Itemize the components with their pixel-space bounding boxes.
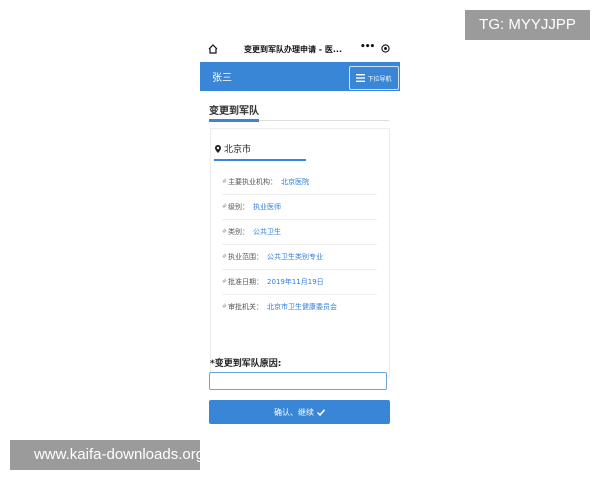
phone-screen: 变更到军队办理申请 - 医... ••• 张三 下拉导航 变更到军队 北京市 #… xyxy=(200,38,400,480)
info-value: 公共卫生 xyxy=(253,227,282,236)
info-label: 执业范围： xyxy=(228,252,264,261)
info-label: 批准日期： xyxy=(228,277,264,286)
hash-icon: # xyxy=(222,278,228,285)
wechat-title-bar: 变更到军队办理申请 - 医... ••• xyxy=(200,38,400,62)
info-value: 北京市卫生健康委员会 xyxy=(267,302,338,311)
app-header: 张三 下拉导航 xyxy=(200,62,400,91)
page-title: 变更到军队 xyxy=(209,106,259,117)
hash-icon: # xyxy=(222,203,228,210)
info-row-authority: # 审批机关： 北京市卫生健康委员会 xyxy=(222,294,377,319)
confirm-continue-button[interactable]: 确认、继续 xyxy=(209,400,390,424)
hash-icon: # xyxy=(222,178,228,185)
check-icon xyxy=(317,408,325,416)
info-row-category: # 类别： 公共卫生 xyxy=(222,219,377,245)
city-heading: 北京市 xyxy=(215,142,251,155)
info-label: 主要执业机构： xyxy=(228,177,278,186)
reason-input[interactable] xyxy=(209,372,387,390)
home-icon[interactable] xyxy=(207,43,219,55)
menu-icon xyxy=(356,74,366,82)
info-row-level: # 级别： 执业医师 xyxy=(222,194,377,220)
more-menu-icon[interactable]: ••• xyxy=(360,42,375,52)
info-label: 级别： xyxy=(228,202,250,211)
user-name: 张三 xyxy=(212,73,232,84)
dropdown-nav-button[interactable]: 下拉导航 xyxy=(349,66,399,90)
reason-label: *变更到军队原因: xyxy=(210,359,282,369)
confirm-button-label: 确认、继续 xyxy=(274,407,314,417)
title-accent-bar xyxy=(209,119,259,122)
watermark-bottom: www.kaifa-downloads.org xyxy=(10,440,228,470)
info-row-institution: # 主要执业机构： 北京医院 xyxy=(222,169,377,195)
location-pin-icon xyxy=(215,144,221,153)
hash-icon: # xyxy=(222,253,228,260)
city-name: 北京市 xyxy=(224,145,252,155)
info-label: 审批机关： xyxy=(228,302,264,311)
info-value: 公共卫生类别专业 xyxy=(267,252,324,261)
dropdown-nav-label: 下拉导航 xyxy=(367,75,392,83)
city-underline xyxy=(214,159,306,161)
info-value: 北京医院 xyxy=(281,177,310,186)
info-row-approval-date: # 批准日期： 2019年11月19日 xyxy=(222,269,377,295)
wechat-page-title: 变更到军队办理申请 - 医... xyxy=(244,45,343,54)
info-value: 执业医师 xyxy=(253,202,282,211)
info-row-scope: # 执业范围： 公共卫生类别专业 xyxy=(222,244,377,270)
info-value: 2019年11月19日 xyxy=(267,277,324,286)
hash-icon: # xyxy=(222,228,228,235)
watermark-top: TG: MYYJJPP xyxy=(465,10,590,40)
close-target-icon[interactable] xyxy=(381,44,390,53)
hash-icon: # xyxy=(222,303,228,310)
info-label: 类别： xyxy=(228,227,250,236)
